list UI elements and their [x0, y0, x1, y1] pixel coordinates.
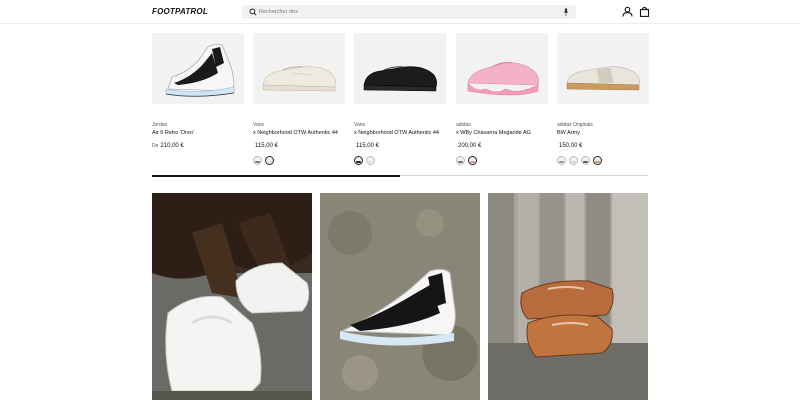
product-brand: adidas [456, 122, 471, 128]
price-value: 115,00 € [255, 143, 278, 149]
product-price: 115,00 € [354, 143, 446, 151]
product-image[interactable] [557, 33, 649, 104]
color-swatch[interactable] [569, 156, 578, 165]
color-swatch[interactable] [366, 156, 375, 165]
product-image[interactable] [253, 33, 345, 104]
carousel-scrollbar[interactable] [152, 174, 648, 177]
color-swatches [557, 156, 649, 166]
price-value: 200,00 € [458, 143, 482, 149]
product-name[interactable]: x WBy Chavarria Megaride AG [456, 130, 548, 138]
product-brand: adidas Originals [557, 122, 593, 128]
color-swatch-selected[interactable] [468, 156, 477, 165]
product-name[interactable]: x Neighborhood OTW Authentic 44 [253, 130, 345, 138]
carousel-scroll-thumb[interactable] [152, 174, 400, 177]
microphone-icon[interactable] [563, 8, 569, 16]
product-image[interactable] [456, 33, 548, 104]
cart-icon[interactable] [639, 6, 650, 17]
product-card[interactable]: Vans x Neighborhood OTW Authentic 44 115… [354, 33, 446, 166]
product-brand: Vans [253, 122, 265, 128]
color-swatches [456, 156, 548, 166]
product-carousel: Jordan Air 6 Retro 'Oreo' De 210,00 € Van… [152, 33, 649, 166]
color-swatch[interactable] [456, 156, 465, 165]
color-swatch[interactable] [253, 156, 262, 165]
product-image[interactable] [354, 33, 446, 104]
product-name[interactable]: Air 6 Retro 'Oreo' [152, 130, 244, 138]
price-prefix: De [152, 143, 159, 149]
footpatrol-logo[interactable]: FOOTPATROL [152, 7, 208, 16]
color-swatch[interactable] [557, 156, 566, 165]
color-swatches [253, 156, 345, 166]
product-card[interactable]: Vans x Neighborhood OTW Authentic 44 115… [253, 33, 345, 166]
color-swatches [354, 156, 446, 166]
product-card[interactable]: adidas Originals BW Army 150,00 € [557, 33, 649, 166]
lifestyle-image-oreo-sneaker[interactable] [320, 193, 480, 400]
product-brand: Jordan [152, 122, 168, 128]
search-icon [249, 8, 257, 16]
product-card[interactable]: adidas x WBy Chavarria Megaride AG 200,0… [456, 33, 548, 166]
color-swatch-selected[interactable] [265, 156, 274, 165]
product-image[interactable] [152, 33, 244, 104]
price-value: 150,00 € [559, 143, 583, 149]
color-swatch-selected[interactable] [354, 156, 363, 165]
product-price: De 210,00 € [152, 143, 244, 151]
color-swatch[interactable] [581, 156, 590, 165]
product-brand: Vans [354, 122, 366, 128]
search-input[interactable] [259, 6, 559, 18]
lifestyle-image-copper-sneakers[interactable] [488, 193, 648, 400]
product-name[interactable]: x Neighborhood OTW Authentic 44 [354, 130, 446, 138]
product-card[interactable]: Jordan Air 6 Retro 'Oreo' De 210,00 € [152, 33, 244, 151]
product-price: 150,00 € [557, 143, 649, 151]
product-price: 115,00 € [253, 143, 345, 151]
product-price: 200,00 € [456, 143, 548, 151]
color-swatch-selected[interactable] [593, 156, 602, 165]
search-bar[interactable] [242, 5, 576, 19]
account-icon[interactable] [622, 6, 633, 17]
price-value: 115,00 € [356, 143, 379, 149]
lifestyle-image-white-sneakers[interactable] [152, 193, 312, 400]
price-value: 210,00 € [160, 143, 184, 149]
site-header: FOOTPATROL [0, 0, 800, 24]
product-name[interactable]: BW Army [557, 130, 649, 138]
